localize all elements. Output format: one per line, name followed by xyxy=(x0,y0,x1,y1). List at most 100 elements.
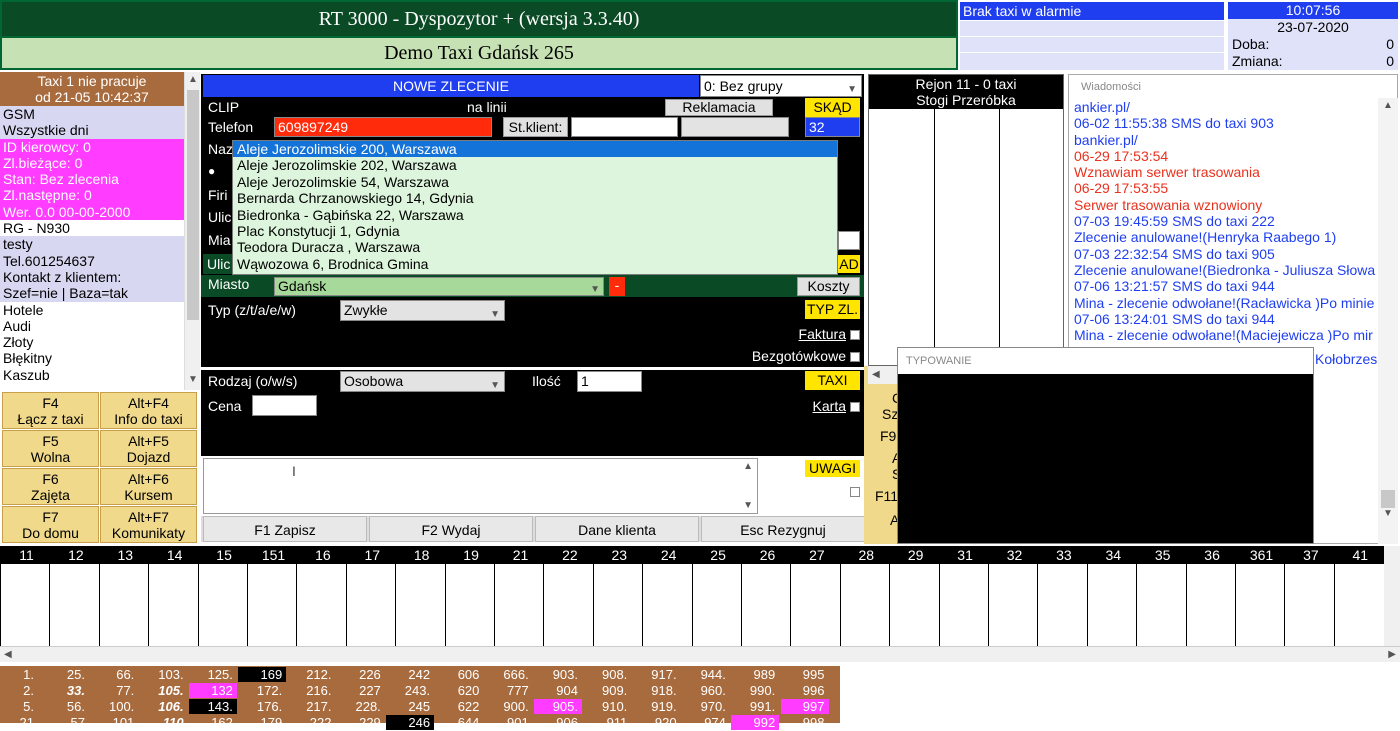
taxi-number[interactable]: 606 xyxy=(435,667,483,682)
address-suggestion-item[interactable]: Plac Konstytucji 1, Gdynia xyxy=(233,223,837,239)
taxi-number[interactable]: 900. xyxy=(485,699,533,714)
zone-column[interactable] xyxy=(938,564,988,646)
taxi-number[interactable]: 100. xyxy=(90,699,138,714)
taxi-number[interactable]: 103. xyxy=(140,667,188,682)
taxi-info-item[interactable]: Szef=nie | Baza=tak xyxy=(0,285,184,302)
fkey-button[interactable]: Alt+F7 Komunikaty xyxy=(100,506,197,543)
zone-column[interactable] xyxy=(839,564,889,646)
taxi-number[interactable]: 242 xyxy=(386,667,434,682)
zone-horizontal-scrollbar[interactable]: ◀ ▶ xyxy=(0,646,1400,662)
zone-column[interactable] xyxy=(444,564,494,646)
taxi-number[interactable]: 996 xyxy=(781,683,829,698)
scroll-down-icon[interactable]: ▼ xyxy=(188,374,198,385)
rejon-scrollbar[interactable]: ◀ xyxy=(868,366,898,384)
scroll-thumb[interactable] xyxy=(1381,490,1395,508)
scroll-right-icon[interactable]: ▶ xyxy=(1388,649,1396,660)
taxi-number[interactable]: 904 xyxy=(534,683,582,698)
faktura-checkbox[interactable]: Faktura xyxy=(760,326,860,342)
zone-column[interactable] xyxy=(691,564,741,646)
zone-column[interactable] xyxy=(741,564,790,646)
taxi-info-item[interactable]: Hotele xyxy=(0,301,184,318)
taxi-number[interactable]: 143. xyxy=(188,699,237,714)
taxi-number[interactable]: 910. xyxy=(583,699,631,714)
zone-column[interactable] xyxy=(1037,564,1086,646)
taxi-number[interactable]: 622 xyxy=(435,699,483,714)
taxi-number[interactable]: 176. xyxy=(238,699,286,714)
zone-column[interactable] xyxy=(889,564,938,646)
taxi-info-item[interactable]: Zl.bieżące: 0 xyxy=(0,154,184,172)
taxi-info-list[interactable]: GSM Wszystkie dni ID kierowcy: 0 Zl.bieżące… xyxy=(0,106,184,390)
taxi-number[interactable]: 990. xyxy=(731,683,779,698)
address-suggestion-item[interactable]: Biedronka - Gąbińska 22, Warszawa xyxy=(233,207,837,223)
miasto-select[interactable]: Gdańsk ▼ xyxy=(274,277,604,296)
ilosc-input[interactable]: 1 xyxy=(577,371,642,392)
address-suggestion-item[interactable]: Aleje Jerozolimskie 202, Warszawa xyxy=(233,157,837,173)
taxi-number[interactable]: 212. xyxy=(288,667,336,682)
scroll-up-icon[interactable]: ▲ xyxy=(188,74,198,85)
taxi-number[interactable]: 995 xyxy=(781,667,829,682)
taxi-info-item[interactable]: Stan: Bez zlecenia xyxy=(0,171,184,188)
address-suggestion-item[interactable]: Wąwozowa 6, Brodnica Gmina xyxy=(233,256,837,272)
taxi-list-scrollbar[interactable]: ▲ ▼ xyxy=(184,72,200,390)
zone-column[interactable] xyxy=(494,564,543,646)
taxi-info-item[interactable]: Tel.601254637 xyxy=(0,252,184,269)
fkey-button[interactable]: Alt+F5 Dojazd xyxy=(100,430,197,467)
taxi-number[interactable]: 944. xyxy=(682,667,730,682)
messages-scrollbar[interactable]: ▲ ▼ xyxy=(1378,98,1398,544)
typ-select[interactable]: Zwykłe ▼ xyxy=(340,300,505,321)
zone-vertical-scrollbar[interactable] xyxy=(1384,546,1400,646)
skad-zone-input[interactable]: 32 xyxy=(805,117,860,137)
zakupy-checkbox[interactable]: Zakupy xyxy=(760,483,860,499)
taxi-info-item[interactable]: Wer. 0.0 00-00-2000 xyxy=(0,203,184,221)
miasto-side-field[interactable] xyxy=(838,231,860,250)
zone-column[interactable] xyxy=(1185,564,1235,646)
taxi-number[interactable]: 217. xyxy=(288,699,336,714)
zone-column[interactable] xyxy=(1086,564,1136,646)
taxi-number[interactable]: 918. xyxy=(633,683,681,698)
checkbox-icon[interactable] xyxy=(850,402,860,413)
zone-column[interactable] xyxy=(1235,564,1284,646)
taxi-number[interactable]: 905. xyxy=(534,699,582,714)
zone-column[interactable] xyxy=(148,564,197,646)
address-suggestion-item[interactable]: Teodora Duracza , Warszawa xyxy=(233,239,837,255)
fkey-button[interactable]: F6 Zajęta xyxy=(2,468,99,505)
karta-checkbox[interactable]: Karta xyxy=(760,398,860,414)
zone-column[interactable] xyxy=(988,564,1037,646)
address-suggestion-item[interactable]: Bernarda Chrzanowskiego 14, Gdynia xyxy=(233,190,837,206)
taxi-number[interactable]: 777 xyxy=(485,683,533,698)
zone-column[interactable] xyxy=(0,564,49,646)
cena-input[interactable] xyxy=(252,395,317,416)
taxi-number[interactable]: 919. xyxy=(633,699,681,714)
zone-column[interactable] xyxy=(1333,564,1383,646)
taxi-number[interactable]: 56. xyxy=(41,699,89,714)
scroll-up-icon[interactable]: ▲ xyxy=(1383,100,1393,111)
taxi-info-item[interactable]: GSM xyxy=(0,106,184,123)
taxi-number[interactable]: 908. xyxy=(583,667,631,682)
order-action-button[interactable]: Dane klienta xyxy=(535,516,699,542)
rodzaj-select[interactable]: Osobowa ▼ xyxy=(340,371,505,392)
zone-column[interactable] xyxy=(642,564,691,646)
clear-city-button[interactable]: - xyxy=(609,277,625,296)
order-action-button[interactable]: F1 Zapisz xyxy=(203,516,367,542)
taxi-info-item[interactable]: RG - N930 xyxy=(0,220,184,237)
taxi-info-item[interactable]: Wszystkie dni xyxy=(0,122,184,139)
zone-column[interactable] xyxy=(592,564,642,646)
scroll-thumb[interactable] xyxy=(187,90,199,320)
taxi-number[interactable]: 970. xyxy=(682,699,730,714)
taxi-number[interactable]: 172. xyxy=(238,683,286,698)
fkey-button[interactable]: F7 Do domu xyxy=(2,506,99,543)
zone-column[interactable] xyxy=(49,564,98,646)
taxi-number[interactable]: 77. xyxy=(90,683,138,698)
zone-column[interactable] xyxy=(296,564,345,646)
zone-column[interactable] xyxy=(1136,564,1185,646)
notes-textarea[interactable]: I ▲ ▼ xyxy=(203,458,758,514)
zone-column[interactable] xyxy=(247,564,296,646)
zone-column[interactable] xyxy=(790,564,839,646)
telefon-input[interactable]: 609897249 xyxy=(274,117,492,137)
taxi-info-item[interactable]: Błękitny xyxy=(0,350,184,367)
taxi-number[interactable]: 909. xyxy=(583,683,631,698)
taxi-number[interactable]: 169 xyxy=(238,667,287,682)
taxi-number[interactable]: 666. xyxy=(485,667,533,682)
taxi-number[interactable]: 228. xyxy=(337,699,385,714)
checkbox-icon[interactable] xyxy=(850,487,860,498)
